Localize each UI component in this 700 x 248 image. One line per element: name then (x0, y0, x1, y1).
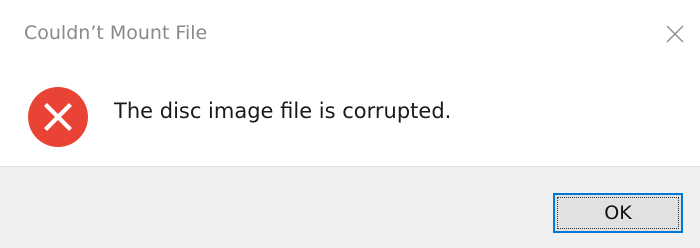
ok-button-label: OK (604, 202, 632, 224)
error-dialog: Couldn’t Mount File The disc image file … (0, 0, 700, 248)
error-message: The disc image file is corrupted. (114, 99, 452, 123)
close-icon (666, 25, 684, 43)
error-icon (28, 87, 88, 147)
dialog-footer: OK (0, 166, 700, 248)
title-bar: Couldn’t Mount File (0, 0, 700, 66)
dialog-content: The disc image file is corrupted. (0, 66, 700, 166)
close-button[interactable] (650, 4, 700, 64)
dialog-title: Couldn’t Mount File (24, 22, 208, 44)
ok-button[interactable]: OK (553, 193, 683, 233)
